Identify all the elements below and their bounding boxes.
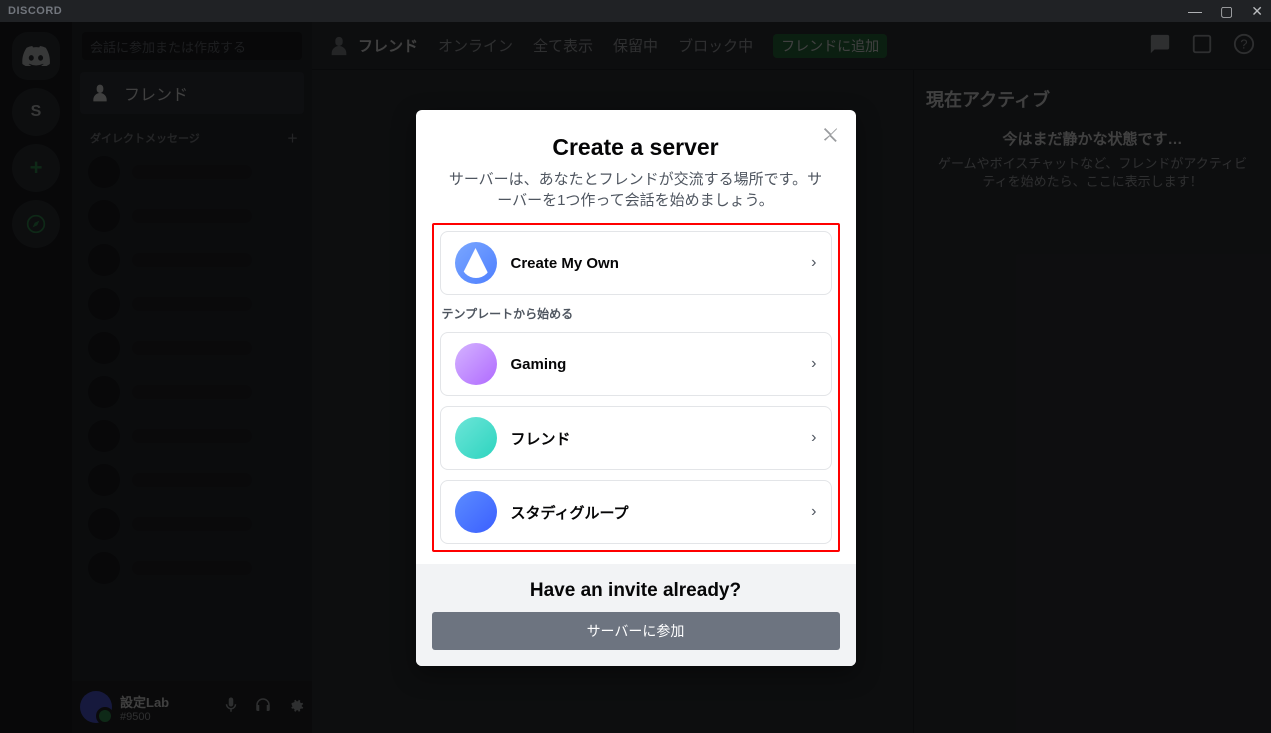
- modal-title: Create a server: [432, 134, 840, 161]
- create-own-icon: [455, 242, 497, 284]
- template-gaming-option[interactable]: Gaming ›: [440, 332, 832, 396]
- modal-close-button[interactable]: [820, 124, 842, 151]
- close-button[interactable]: ✕: [1251, 3, 1263, 20]
- template-header: テンプレートから始める: [442, 305, 832, 322]
- chevron-right-icon: ›: [811, 355, 816, 373]
- window-controls: — ▢ ✕: [1188, 3, 1263, 20]
- friends-icon: [455, 417, 497, 459]
- minimize-button[interactable]: —: [1188, 3, 1202, 20]
- close-icon: [820, 124, 842, 146]
- chevron-right-icon: ›: [811, 503, 816, 521]
- app-brand: DISCORD: [8, 5, 62, 17]
- study-icon: [455, 491, 497, 533]
- gaming-icon: [455, 343, 497, 385]
- create-server-modal: Create a server サーバーは、あなたとフレンドが交流する場所です。…: [416, 110, 856, 666]
- highlighted-options: Create My Own › テンプレートから始める Gaming › フレン…: [432, 223, 840, 552]
- join-server-button[interactable]: サーバーに参加: [432, 612, 840, 650]
- invite-title: Have an invite already?: [432, 580, 840, 602]
- maximize-button[interactable]: ▢: [1220, 3, 1233, 20]
- template-study-option[interactable]: スタディグループ ›: [440, 480, 832, 544]
- chevron-right-icon: ›: [811, 429, 816, 447]
- modal-subtitle: サーバーは、あなたとフレンドが交流する場所です。サーバーを1つ作って会話を始めま…: [432, 169, 840, 211]
- template-friends-option[interactable]: フレンド ›: [440, 406, 832, 470]
- titlebar: DISCORD — ▢ ✕: [0, 0, 1271, 22]
- create-my-own-option[interactable]: Create My Own ›: [440, 231, 832, 295]
- chevron-right-icon: ›: [811, 254, 816, 272]
